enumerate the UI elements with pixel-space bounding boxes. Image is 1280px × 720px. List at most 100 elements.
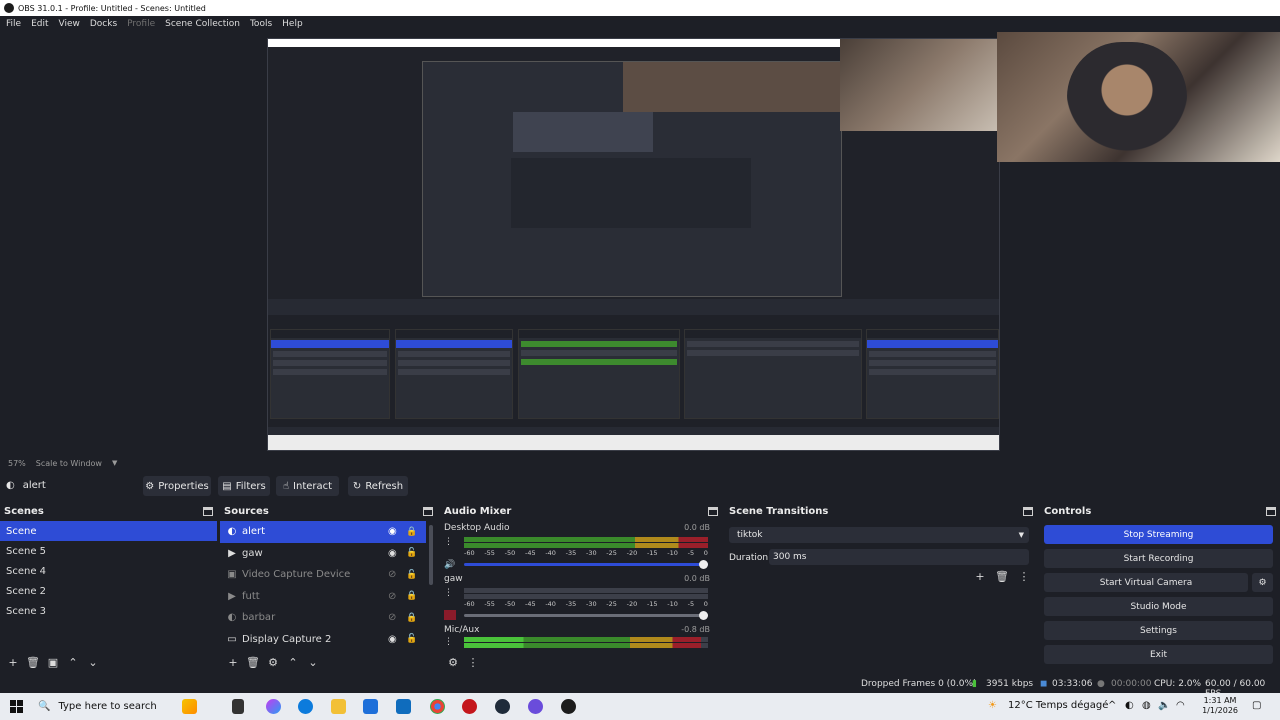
move-down-icon[interactable]: ⌄ — [306, 655, 320, 669]
chrome-icon[interactable] — [430, 699, 445, 714]
interact-button[interactable]: ☝ Interact — [276, 476, 339, 496]
copilot-icon[interactable] — [182, 699, 197, 714]
trash-icon[interactable]: 🗑 — [995, 569, 1009, 583]
trash-icon[interactable]: 🗑 — [26, 655, 40, 669]
kebab-menu-icon[interactable]: ⋮ — [1017, 569, 1031, 583]
task-view-icon[interactable] — [232, 699, 244, 714]
scene-item[interactable]: Scene — [0, 521, 217, 541]
preview-canvas[interactable] — [267, 38, 1000, 451]
edge-icon[interactable] — [298, 699, 313, 714]
virtual-camera-settings-button[interactable]: ⚙ — [1252, 573, 1273, 592]
tray-overflow-icon[interactable]: ^ — [1108, 700, 1116, 711]
lock-icon[interactable]: 🔒 — [406, 613, 417, 623]
copilot-app-icon[interactable] — [266, 699, 281, 714]
unlock-icon[interactable]: 🔓 — [406, 570, 417, 580]
discord-icon[interactable] — [528, 699, 543, 714]
source-item[interactable]: ▣ Video Capture Device ⊘ 🔓 — [220, 564, 437, 586]
hidden-icon[interactable]: ⊘ — [388, 591, 396, 602]
undock-icon[interactable] — [708, 506, 718, 516]
gear-icon[interactable]: ⚙ — [266, 655, 280, 669]
audio-mixer-dock: Audio Mixer Desktop Audio 0.0 dB ⋮ -60 -5… — [440, 503, 722, 671]
filters-icon[interactable]: ▣ — [46, 655, 60, 669]
obs-icon[interactable] — [561, 699, 576, 714]
source-item[interactable]: ◐ alert ◉ 🔒 — [220, 521, 426, 543]
volume-slider[interactable] — [464, 611, 708, 620]
source-item[interactable]: ▶ gaw ◉ 🔓 — [220, 543, 437, 565]
menu-file[interactable]: File — [6, 19, 21, 29]
notification-icon[interactable]: ▢ — [1252, 700, 1261, 711]
outlook-icon[interactable] — [396, 699, 411, 714]
app-4k-icon[interactable] — [495, 699, 510, 714]
menu-profile[interactable]: Profile — [127, 19, 155, 29]
exit-button[interactable]: Exit — [1044, 645, 1273, 664]
kebab-menu-icon[interactable]: ⋮ — [444, 588, 453, 598]
visibility-icon[interactable]: ◉ — [388, 526, 397, 537]
scale-mode-select[interactable]: Scale to Window — [36, 459, 102, 468]
transition-select[interactable]: tiktok ▼ — [729, 527, 1029, 543]
stop-streaming-button[interactable]: Stop Streaming — [1044, 525, 1273, 544]
move-up-icon[interactable]: ⌃ — [66, 655, 80, 669]
menu-help[interactable]: Help — [282, 19, 303, 29]
menu-docks[interactable]: Docks — [90, 19, 117, 29]
kebab-menu-icon[interactable]: ⋮ — [444, 637, 453, 647]
scene-item[interactable]: Scene 2 — [0, 581, 217, 601]
menu-edit[interactable]: Edit — [31, 19, 48, 29]
move-up-icon[interactable]: ⌃ — [286, 655, 300, 669]
add-icon[interactable]: + — [6, 655, 20, 669]
weather-text[interactable]: 12°C Temps dégagé — [1008, 700, 1108, 711]
filters-button[interactable]: ▤ Filters — [218, 476, 270, 496]
start-recording-button[interactable]: Start Recording — [1044, 549, 1273, 568]
lock-icon[interactable]: 🔒 — [406, 527, 417, 537]
hidden-icon[interactable]: ⊘ — [388, 612, 396, 623]
unlock-icon[interactable]: 🔓 — [406, 548, 417, 558]
menu-tools[interactable]: Tools — [250, 19, 272, 29]
gear-icon[interactable]: ⚙ — [446, 655, 460, 669]
volume-slider[interactable] — [464, 560, 708, 569]
undock-icon[interactable] — [1023, 506, 1033, 516]
properties-button[interactable]: ⚙ Properties — [143, 476, 211, 496]
trash-icon[interactable]: 🗑 — [246, 655, 260, 669]
lock-icon[interactable]: 🔒 — [406, 591, 417, 601]
source-item[interactable]: ▭ Display Capture 2 ◉ 🔓 — [220, 629, 437, 651]
source-item[interactable]: ▶ futt ⊘ 🔒 — [220, 586, 437, 608]
preview-area[interactable] — [0, 32, 1280, 456]
scrollbar[interactable] — [429, 525, 433, 585]
undock-icon[interactable] — [1266, 506, 1276, 516]
store-icon[interactable] — [363, 699, 378, 714]
clock[interactable]: 1:31 AM 1/1/2026 — [1202, 696, 1238, 716]
scene-item[interactable]: Scene 3 — [0, 601, 217, 621]
tray-app-icon[interactable]: ◐ — [1125, 700, 1134, 711]
speaker-icon[interactable]: 🔊 — [444, 560, 455, 570]
add-icon[interactable]: + — [226, 655, 240, 669]
chevron-down-icon[interactable]: ▼ — [112, 459, 117, 467]
settings-button[interactable]: Settings — [1044, 621, 1273, 640]
move-down-icon[interactable]: ⌄ — [86, 655, 100, 669]
weather-icon[interactable]: ☀ — [988, 700, 997, 711]
visibility-icon[interactable]: ◉ — [388, 548, 397, 559]
visibility-icon[interactable]: ◉ — [388, 634, 397, 645]
source-context-bar: ◐ alert ⚙ Properties ▤ Filters ☝ Interact ↻… — [0, 474, 1280, 498]
file-explorer-icon[interactable] — [331, 699, 346, 714]
muted-speaker-icon[interactable] — [444, 610, 456, 620]
menu-view[interactable]: View — [59, 19, 80, 29]
hidden-icon[interactable]: ⊘ — [388, 569, 396, 580]
unlock-icon[interactable]: 🔓 — [406, 634, 417, 644]
scene-item[interactable]: Scene 5 — [0, 541, 217, 561]
start-virtual-camera-button[interactable]: Start Virtual Camera — [1044, 573, 1248, 592]
studio-mode-button[interactable]: Studio Mode — [1044, 597, 1273, 616]
undock-icon[interactable] — [203, 506, 213, 516]
add-icon[interactable]: + — [973, 569, 987, 583]
refresh-button[interactable]: ↻ Refresh — [348, 476, 408, 496]
kebab-menu-icon[interactable]: ⋮ — [444, 537, 453, 547]
app-icon[interactable] — [462, 699, 477, 714]
network-icon[interactable]: ◠ — [1176, 700, 1185, 711]
volume-icon[interactable]: 🔈 — [1158, 700, 1170, 711]
kebab-menu-icon[interactable]: ⋮ — [466, 655, 480, 669]
duration-input[interactable]: 300 ms — [769, 549, 1029, 565]
windows-start-icon[interactable] — [10, 700, 23, 713]
tray-app-icon[interactable]: ◍ — [1142, 700, 1151, 711]
menu-scene-collection[interactable]: Scene Collection — [165, 19, 240, 29]
undock-icon[interactable] — [423, 506, 433, 516]
scene-item[interactable]: Scene 4 — [0, 561, 217, 581]
source-item[interactable]: ◐ barbar ⊘ 🔒 — [220, 607, 437, 629]
